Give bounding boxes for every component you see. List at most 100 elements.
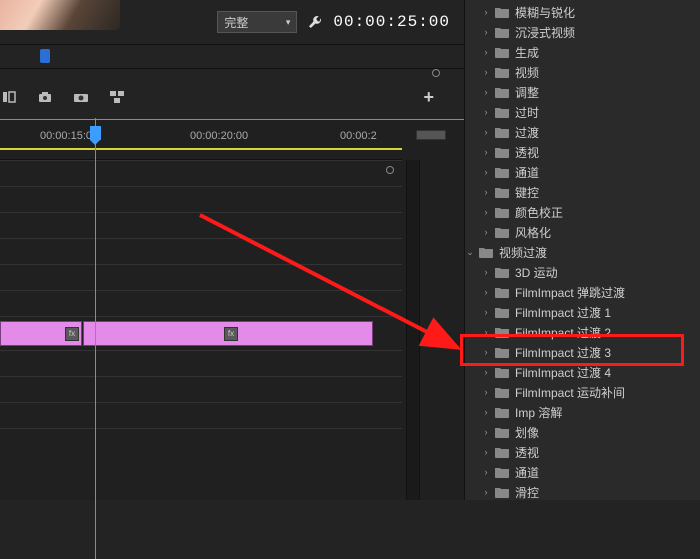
monitor-ruler[interactable] — [0, 45, 464, 69]
vertical-scrollbar[interactable] — [406, 160, 420, 500]
effects-tree-item[interactable]: › 透视 — [465, 142, 700, 162]
add-button-icon[interactable]: + — [423, 87, 434, 108]
audio-track[interactable] — [0, 428, 402, 454]
effects-tree-item[interactable]: ›过时 — [465, 102, 700, 122]
folder-icon — [495, 487, 509, 498]
chevron-right-icon[interactable]: › — [481, 207, 491, 217]
folder-icon — [495, 427, 509, 438]
chevron-right-icon[interactable]: › — [481, 87, 491, 97]
effects-tree-label: 3D 运动 — [515, 264, 558, 281]
video-track[interactable] — [0, 186, 402, 212]
effects-tree-item[interactable]: ⌄视频过渡 — [465, 242, 700, 262]
chevron-right-icon[interactable]: › — [481, 447, 491, 457]
chevron-right-icon[interactable]: › — [481, 347, 491, 357]
effects-tree-item[interactable]: ›通道 — [465, 162, 700, 182]
effects-tree-item[interactable]: ›Imp 溶解 — [465, 402, 700, 422]
effects-tree-item[interactable]: › 颜色校正 — [465, 202, 700, 222]
timecode-display[interactable]: 00:00:25:00 — [333, 13, 450, 31]
export-frame-icon[interactable] — [36, 88, 54, 106]
playhead-head-icon[interactable] — [90, 126, 101, 140]
wrench-icon[interactable] — [307, 14, 323, 30]
effects-tree-label: 颜色校正 — [515, 204, 563, 221]
effects-tree-item[interactable]: ›通道 — [465, 462, 700, 482]
chevron-right-icon[interactable]: › — [481, 307, 491, 317]
effects-tree-item[interactable]: ›FilmImpact 过渡 1 — [465, 302, 700, 322]
chevron-right-icon[interactable]: › — [481, 147, 491, 157]
preview-thumbnail — [0, 0, 120, 30]
chevron-right-icon[interactable]: › — [481, 467, 491, 477]
chevron-right-icon[interactable]: › — [481, 167, 491, 177]
effects-tree-item[interactable]: ›调整 — [465, 82, 700, 102]
chevron-right-icon[interactable]: › — [481, 107, 491, 117]
video-track[interactable] — [0, 290, 402, 316]
timeline-ruler[interactable]: 00:00:15:00 00:00:20:00 00:00:2 — [0, 120, 402, 160]
playhead[interactable] — [95, 118, 96, 559]
folder-icon — [479, 247, 493, 258]
chevron-right-icon[interactable]: › — [481, 267, 491, 277]
zoom-handle-icon[interactable] — [432, 69, 440, 77]
effects-tree-label: 透视 — [515, 144, 539, 161]
monitor-controls-bar: + — [0, 79, 464, 115]
effects-tree-item[interactable]: ›FilmImpact 运动补间 — [465, 382, 700, 402]
mark-in-icon[interactable] — [0, 88, 18, 106]
effects-tree-item[interactable]: ›透视 — [465, 442, 700, 462]
video-clip[interactable]: fx — [83, 321, 373, 346]
effects-tree-item[interactable]: › 沉浸式视频 — [465, 22, 700, 42]
effects-tree-label: 沉浸式视频 — [515, 24, 575, 41]
video-track[interactable] — [0, 264, 402, 290]
timeline-zoom-scrollbar[interactable] — [416, 130, 446, 140]
comparison-view-icon[interactable] — [108, 88, 126, 106]
effects-tree-item[interactable]: ›FilmImpact 过渡 4 — [465, 362, 700, 382]
video-track[interactable] — [0, 160, 402, 186]
effects-tree-item[interactable]: ›键控 — [465, 182, 700, 202]
chevron-right-icon[interactable]: › — [481, 67, 491, 77]
chevron-right-icon[interactable]: › — [481, 407, 491, 417]
effects-tree-item[interactable]: ›FilmImpact 弹跳过渡 — [465, 282, 700, 302]
video-clip[interactable]: fx — [0, 321, 82, 346]
folder-icon — [495, 407, 509, 418]
effects-tree-item[interactable]: › 3D 运动 — [465, 262, 700, 282]
effects-tree-item[interactable]: ›过渡 — [465, 122, 700, 142]
effects-tree-label: 生成 — [515, 44, 539, 61]
effects-tree-item[interactable]: ›视频 — [465, 62, 700, 82]
effects-tree-item[interactable]: ›风格化 — [465, 222, 700, 242]
chevron-right-icon[interactable]: › — [481, 387, 491, 397]
audio-track[interactable] — [0, 376, 402, 402]
video-track[interactable] — [0, 212, 402, 238]
effects-tree-item[interactable]: › 滑控 — [465, 482, 700, 500]
folder-icon — [495, 447, 509, 458]
monitor-top-bar: 完整 ▾ 00:00:25:00 — [0, 0, 464, 45]
chevron-right-icon[interactable]: › — [481, 227, 491, 237]
folder-icon — [495, 327, 509, 338]
audio-track[interactable] — [0, 402, 402, 428]
camera-icon[interactable] — [72, 88, 90, 106]
chevron-right-icon[interactable]: › — [481, 427, 491, 437]
chevron-right-icon[interactable]: › — [481, 327, 491, 337]
chevron-right-icon[interactable]: › — [481, 7, 491, 17]
effects-tree-label: FilmImpact 过渡 2 — [515, 324, 611, 341]
effects-tree-item[interactable]: › FilmImpact 过渡 2 — [465, 322, 700, 342]
effects-panel: ›模糊与锐化›沉浸式视频›生成›视频›调整›过时›过渡›透视›通道›键控›颜色校… — [465, 0, 700, 500]
chevron-right-icon[interactable]: › — [481, 187, 491, 197]
video-track[interactable] — [0, 238, 402, 264]
effects-tree-item[interactable]: ›划像 — [465, 422, 700, 442]
work-area-bar[interactable] — [0, 148, 402, 150]
effects-tree-item[interactable]: ›模糊与锐化 — [465, 2, 700, 22]
resolution-select[interactable]: 完整 ▾ — [217, 11, 297, 33]
audio-track[interactable] — [0, 350, 402, 376]
chevron-right-icon[interactable]: › — [481, 127, 491, 137]
chevron-right-icon[interactable]: › — [481, 367, 491, 377]
fx-badge-icon[interactable]: fx — [224, 327, 238, 341]
chevron-right-icon[interactable]: › — [481, 487, 491, 497]
playhead-marker-icon[interactable] — [40, 49, 50, 63]
effects-tree-item[interactable]: ›FilmImpact 过渡 3 — [465, 342, 700, 362]
chevron-down-icon[interactable]: ⌄ — [465, 247, 475, 258]
effects-tree-label: 滑控 — [515, 484, 539, 501]
chevron-right-icon[interactable]: › — [481, 47, 491, 57]
ruler-tick: 00:00:20:00 — [190, 130, 248, 142]
chevron-right-icon[interactable]: › — [481, 287, 491, 297]
fx-badge-icon[interactable]: fx — [65, 327, 79, 341]
video-track-v1[interactable]: fx fx — [0, 316, 402, 350]
effects-tree-item[interactable]: › 生成 — [465, 42, 700, 62]
chevron-right-icon[interactable]: › — [481, 27, 491, 37]
